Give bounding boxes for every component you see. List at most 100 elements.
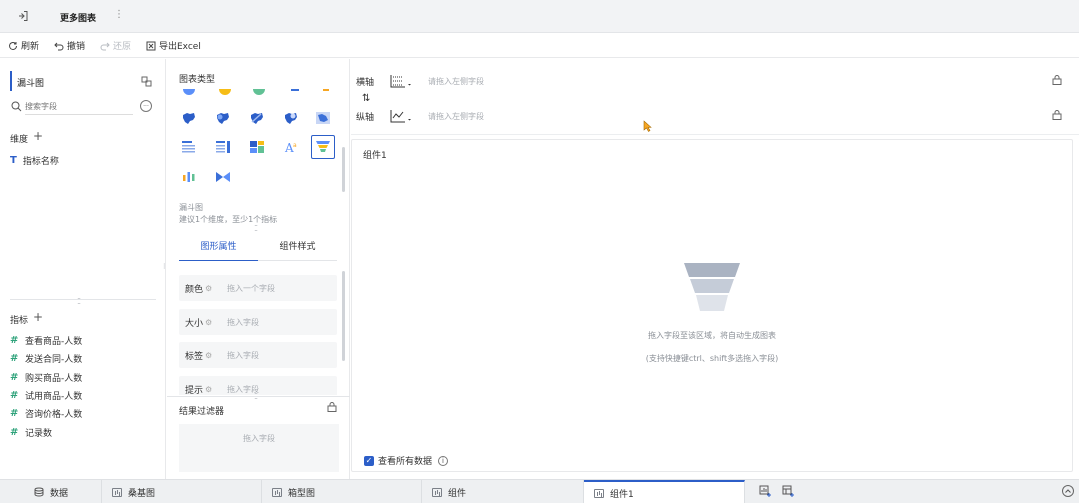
add-dimension-icon[interactable]: + bbox=[33, 129, 43, 143]
tab-sankey[interactable]: 桑基图 bbox=[102, 480, 262, 503]
measure-field[interactable]: # 购买商品-人数 bbox=[10, 371, 82, 384]
treemap-icon[interactable] bbox=[247, 137, 267, 157]
chart-type-icon[interactable] bbox=[323, 89, 329, 91]
info-icon[interactable]: i bbox=[438, 455, 449, 466]
exit-icon[interactable] bbox=[16, 9, 30, 23]
label-drop-zone[interactable]: 标签 ⚙ 拖入字段 bbox=[179, 342, 337, 368]
region-map-icon[interactable] bbox=[313, 108, 333, 128]
undo-button[interactable]: 撤销 bbox=[54, 39, 85, 52]
add-component-icon[interactable] bbox=[759, 485, 771, 497]
measure-field[interactable]: # 查看商品-人数 bbox=[10, 334, 82, 347]
panel-resize-handle[interactable]: ⁝ bbox=[163, 262, 165, 271]
axis-divider bbox=[351, 134, 1079, 135]
x-axis-drop-placeholder[interactable]: 请拖入左侧字段 bbox=[428, 76, 484, 87]
measure-field-label: 记录数 bbox=[25, 429, 53, 439]
properties-scrollbar[interactable] bbox=[342, 271, 345, 361]
switch-dataset-icon[interactable] bbox=[140, 75, 152, 87]
map-chart-icon[interactable] bbox=[179, 108, 199, 128]
chart-editor: 横轴 请拖入左侧字段 ⇅ 纵轴 请拖入左侧字段 组件1 拖入字段至该区域，将自动… bbox=[351, 59, 1079, 479]
settings-icon[interactable]: ⚙ bbox=[205, 351, 212, 360]
component-title[interactable]: 组件1 bbox=[363, 148, 387, 161]
measure-field-label: 发送合同-人数 bbox=[25, 355, 83, 365]
x-axis-row: 横轴 请拖入左侧字段 bbox=[351, 66, 1079, 96]
tab-data[interactable]: 数据 bbox=[24, 480, 102, 503]
settings-icon[interactable]: ⚙ bbox=[205, 284, 212, 293]
detail-table-icon[interactable] bbox=[179, 137, 199, 157]
undo-label: 撤销 bbox=[67, 42, 86, 52]
chart-type-icon[interactable] bbox=[253, 89, 265, 95]
chart-type-icon[interactable] bbox=[183, 89, 195, 95]
lock-icon[interactable] bbox=[327, 402, 337, 412]
measure-field[interactable]: # 发送合同-人数 bbox=[10, 352, 82, 365]
sankey-chart-icon[interactable] bbox=[213, 167, 233, 187]
measure-field-label: 购买商品-人数 bbox=[25, 374, 83, 384]
empty-hint-primary: 拖入字段至该区域，将自动生成图表 bbox=[648, 331, 776, 340]
dataset-accent-bar bbox=[10, 71, 12, 91]
size-drop-zone[interactable]: 大小 ⚙ 拖入字段 bbox=[179, 309, 337, 335]
export-excel-button[interactable]: 导出Excel bbox=[146, 39, 201, 52]
number-field-icon: # bbox=[10, 335, 19, 346]
collapse-tabs-icon[interactable] bbox=[1062, 485, 1074, 497]
label-placeholder: 拖入字段 bbox=[227, 350, 259, 360]
number-field-icon: # bbox=[10, 408, 19, 419]
export-label: 导出Excel bbox=[159, 42, 201, 52]
redo-button[interactable]: 还原 bbox=[100, 39, 131, 52]
sheet-tab-bar: 数据 桑基图 箱型图 组件 组件1 bbox=[0, 479, 1079, 503]
search-field-input[interactable] bbox=[25, 99, 133, 115]
measure-field[interactable]: # 咨询价格-人数 bbox=[10, 407, 82, 420]
measure-field-label: 咨询价格-人数 bbox=[25, 410, 83, 420]
x-axis-lock-icon[interactable] bbox=[1052, 75, 1062, 85]
axis-type-icon bbox=[390, 110, 411, 123]
tab-graph-properties-label: 图形属性 bbox=[200, 242, 237, 252]
dimension-field[interactable]: T 指标名称 bbox=[10, 154, 59, 167]
page-title: 更多图表 bbox=[60, 14, 97, 24]
x-axis-type-dropdown[interactable] bbox=[386, 74, 416, 88]
add-measure-icon[interactable]: + bbox=[33, 310, 43, 324]
size-property-label: 大小 bbox=[185, 318, 204, 329]
y-axis-drop-placeholder[interactable]: 请拖入左侧字段 bbox=[428, 111, 484, 122]
bubble-map-icon[interactable] bbox=[213, 108, 233, 128]
more-options-icon[interactable]: ··· bbox=[140, 100, 152, 112]
heat-map-icon[interactable] bbox=[281, 108, 301, 128]
empty-funnel-icon bbox=[683, 262, 741, 314]
refresh-icon bbox=[9, 41, 17, 50]
component-tab-icon bbox=[272, 487, 282, 497]
chart-types-scrollbar[interactable] bbox=[342, 147, 345, 192]
funnel-chart-icon-selected[interactable] bbox=[311, 135, 335, 159]
tab-sankey-label: 桑基图 bbox=[128, 488, 156, 499]
tab-component-style[interactable]: 组件样式 bbox=[258, 236, 337, 261]
chart-canvas[interactable]: 组件1 拖入字段至该区域，将自动生成图表 (支持快捷键ctrl、shift多选拖… bbox=[351, 139, 1073, 472]
refresh-button[interactable]: 刷新 bbox=[8, 39, 39, 52]
view-all-data-checkbox[interactable]: ✓ 查看所有数据 i bbox=[364, 454, 449, 467]
word-cloud-icon[interactable]: Aa bbox=[281, 137, 301, 157]
chart-type-icon[interactable] bbox=[291, 89, 299, 91]
filter-drop-zone[interactable]: 拖入字段 bbox=[179, 424, 339, 472]
y-axis-lock-icon[interactable] bbox=[1052, 110, 1062, 120]
chart-type-icon[interactable] bbox=[219, 89, 231, 95]
field-panel: 漏斗图 ··· 维度 + T 指标名称 ⁚⁚ 指标 + #查看商品-人数 #发送… bbox=[0, 59, 166, 479]
chart-types-resize-handle[interactable]: ⁚⁚ bbox=[254, 224, 258, 233]
more-icon[interactable]: ⋮ bbox=[114, 9, 124, 20]
tooltip-drop-zone[interactable]: 提示 ⚙ 拖入字段 bbox=[179, 376, 337, 395]
tab-component[interactable]: 组件 bbox=[422, 480, 584, 503]
selected-chart-hint: 建议1个维度，至少1个指标 bbox=[179, 215, 278, 224]
tab-graph-properties[interactable]: 图形属性 bbox=[179, 236, 258, 261]
flow-map-icon[interactable] bbox=[247, 108, 267, 128]
component-tab-icon bbox=[112, 487, 122, 497]
filter-placeholder: 拖入字段 bbox=[243, 434, 275, 443]
measure-field[interactable]: # 记录数 bbox=[10, 426, 52, 439]
kpi-chart-icon[interactable] bbox=[179, 167, 199, 187]
y-axis-type-dropdown[interactable] bbox=[386, 109, 416, 123]
svg-text:a: a bbox=[293, 142, 297, 149]
tab-boxplot[interactable]: 箱型图 bbox=[262, 480, 422, 503]
checkbox-checked-icon[interactable]: ✓ bbox=[364, 455, 374, 466]
settings-icon[interactable]: ⚙ bbox=[205, 385, 212, 394]
color-drop-zone[interactable]: 颜色 ⚙ 拖入一个字段 bbox=[179, 275, 337, 301]
grouped-table-icon[interactable] bbox=[213, 137, 233, 157]
add-dashboard-icon[interactable] bbox=[782, 485, 794, 497]
chart-type-row-clipped bbox=[181, 89, 331, 97]
settings-icon[interactable]: ⚙ bbox=[205, 318, 212, 327]
tab-component-1[interactable]: 组件1 bbox=[584, 480, 745, 503]
measure-field[interactable]: # 试用商品-人数 bbox=[10, 389, 82, 402]
redo-label: 还原 bbox=[113, 42, 132, 52]
